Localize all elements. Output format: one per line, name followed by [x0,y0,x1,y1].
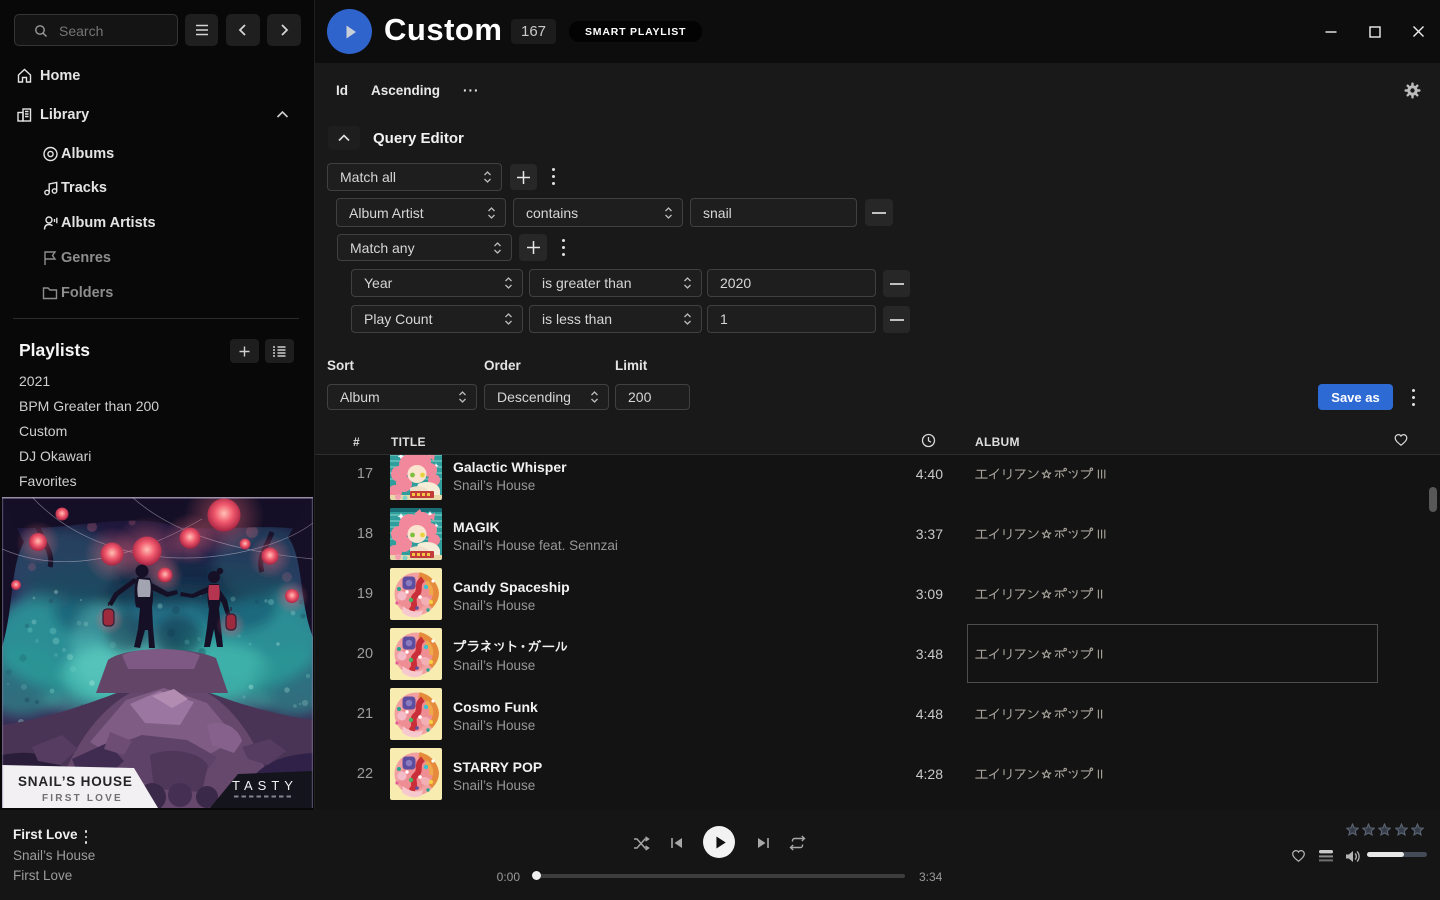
svg-text:TASTY: TASTY [232,778,298,793]
svg-text:FIRST LOVE: FIRST LOVE [42,793,123,804]
svg-text:SNAIL’S HOUSE: SNAIL’S HOUSE [18,774,133,789]
